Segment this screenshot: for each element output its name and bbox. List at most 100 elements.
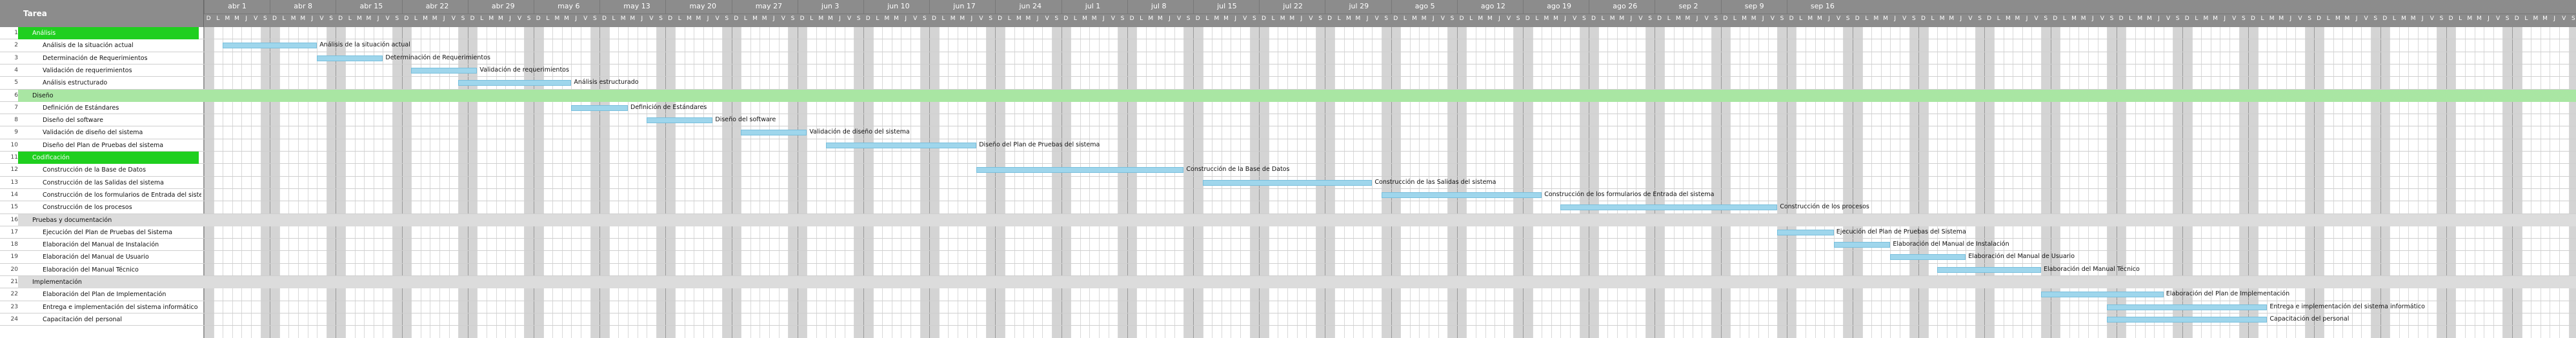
task-bar[interactable] xyxy=(1560,204,1778,211)
task-bar[interactable] xyxy=(1202,179,1373,186)
day-letter: M xyxy=(1421,15,1427,22)
day-letter: L xyxy=(1271,15,1275,22)
row-number: 5 xyxy=(14,79,18,86)
week-label: ago 19 xyxy=(1547,2,1572,10)
day-letter: M xyxy=(2410,15,2416,22)
task-name[interactable]: Elaboración del Manual Técnico xyxy=(43,266,139,273)
task-bar[interactable] xyxy=(411,67,478,74)
task-bar-label: Diseño del software xyxy=(715,116,776,124)
task-name[interactable]: Validación de diseño del sistema xyxy=(43,129,143,136)
task-column-header[interactable]: Tarea xyxy=(0,0,204,27)
day-letter: M xyxy=(1016,15,1021,22)
weekend-column xyxy=(863,27,873,338)
task-name[interactable]: Entrega e implementación del sistema inf… xyxy=(43,304,198,311)
day-letter: M xyxy=(761,15,767,22)
day-letter: M xyxy=(630,15,636,22)
task-bar[interactable] xyxy=(1890,254,1966,261)
day-letter: S xyxy=(2109,15,2114,22)
day-letter: S xyxy=(329,15,333,22)
week-separator xyxy=(1127,0,1128,14)
task-name[interactable]: Análisis de la situación actual xyxy=(43,42,134,49)
day-letter: V xyxy=(1374,15,1379,22)
weekend-column xyxy=(1909,27,1919,338)
day-letter: D xyxy=(1855,15,1860,22)
task-bar[interactable] xyxy=(223,43,317,49)
week-label: jul 1 xyxy=(1085,2,1101,10)
day-letter: M xyxy=(1949,15,1955,22)
task-bar[interactable] xyxy=(825,142,977,148)
day-letter: M xyxy=(2279,15,2284,22)
task-bar-label: Validación de diseño del sistema xyxy=(809,128,910,136)
day-letter: D xyxy=(2382,15,2388,22)
day-letter: S xyxy=(1846,15,1850,22)
task-bar[interactable] xyxy=(2107,304,2268,310)
task-bar[interactable] xyxy=(976,167,1184,174)
group-name[interactable]: Análisis xyxy=(32,30,55,37)
task-name[interactable]: Construcción de los procesos xyxy=(43,204,132,211)
row-number: 4 xyxy=(14,66,18,74)
day-letter: J xyxy=(1432,15,1434,22)
day-letter: M xyxy=(1478,15,1484,22)
gantt-chart: DLMMJVSDLMMJVSDLMMJVSDLMMJVSDLMMJVSDLMMJ… xyxy=(0,0,2576,338)
task-name[interactable]: Determinación de Requerimientos xyxy=(43,55,148,62)
day-letter: S xyxy=(1318,15,1322,22)
day-letter: V xyxy=(2100,15,2104,22)
task-bar-label: Construcción de los procesos xyxy=(1780,203,1869,211)
task-bar[interactable] xyxy=(1833,242,1891,248)
task-name[interactable]: Diseño del software xyxy=(43,117,103,124)
row-number: 24 xyxy=(10,315,18,323)
task-bar[interactable] xyxy=(1777,229,1834,235)
task-bar[interactable] xyxy=(1937,266,2041,273)
day-letter: M xyxy=(564,15,569,22)
day-letter: M xyxy=(1025,15,1031,22)
task-name[interactable]: Elaboración del Manual de Usuario xyxy=(43,254,149,261)
day-letter: M xyxy=(1553,15,1558,22)
day-letter: D xyxy=(2053,15,2058,22)
task-bar[interactable] xyxy=(458,80,572,86)
weekend-column xyxy=(270,27,279,338)
day-letter: S xyxy=(1780,15,1784,22)
week-label: may 27 xyxy=(755,2,783,10)
task-bar[interactable] xyxy=(2107,316,2268,323)
group-name[interactable]: Codificación xyxy=(32,154,70,161)
task-name[interactable]: Construcción de los formularios de Entra… xyxy=(43,192,201,199)
task-name[interactable]: Diseño del Plan de Pruebas del sistema xyxy=(43,142,163,149)
day-letter: L xyxy=(1667,15,1671,22)
day-letter: M xyxy=(366,15,372,22)
weekend-column xyxy=(590,27,600,338)
week-separator xyxy=(1391,0,1392,14)
day-letter: L xyxy=(282,15,286,22)
task-bar[interactable] xyxy=(571,104,628,111)
task-bar[interactable] xyxy=(647,117,713,124)
group-name[interactable]: Implementación xyxy=(32,279,82,286)
group-name[interactable]: Diseño xyxy=(32,92,54,99)
task-name[interactable]: Ejecución del Plan de Pruebas del Sistem… xyxy=(43,229,172,236)
task-name[interactable]: Validación de requerimientos xyxy=(43,67,132,74)
day-letter: M xyxy=(884,15,890,22)
day-letter: V xyxy=(1243,15,1247,22)
day-letter: J xyxy=(2355,15,2358,22)
task-bar[interactable] xyxy=(317,55,383,61)
task-name[interactable]: Construcción de la Base de Datos xyxy=(43,166,146,174)
day-letter: M xyxy=(300,15,306,22)
task-name[interactable]: Elaboración del Plan de Implementación xyxy=(43,291,166,298)
task-name[interactable]: Capacitación del personal xyxy=(43,316,122,323)
week-label: sep 16 xyxy=(1810,2,1835,10)
day-letter: L xyxy=(216,15,220,22)
weekend-column xyxy=(1513,27,1523,338)
task-name[interactable]: Construcción de las Salidas del sistema xyxy=(43,179,164,186)
task-bar[interactable] xyxy=(1382,192,1542,198)
task-bar[interactable] xyxy=(741,130,807,136)
day-letter: M xyxy=(752,15,758,22)
day-letter: L xyxy=(1205,15,1209,22)
group-name[interactable]: Pruebas y documentación xyxy=(32,217,112,224)
task-name[interactable]: Definición de Estándares xyxy=(43,104,119,112)
weekend-column xyxy=(1523,27,1533,338)
week-label: sep 2 xyxy=(1678,2,1698,10)
day-letter: M xyxy=(2401,15,2406,22)
day-letter: D xyxy=(1195,15,1200,22)
task-bar[interactable] xyxy=(2041,292,2164,298)
task-name[interactable]: Análisis estructurado xyxy=(43,79,107,86)
weekend-column xyxy=(534,27,543,338)
task-name[interactable]: Elaboración del Manual de Instalación xyxy=(43,241,159,248)
